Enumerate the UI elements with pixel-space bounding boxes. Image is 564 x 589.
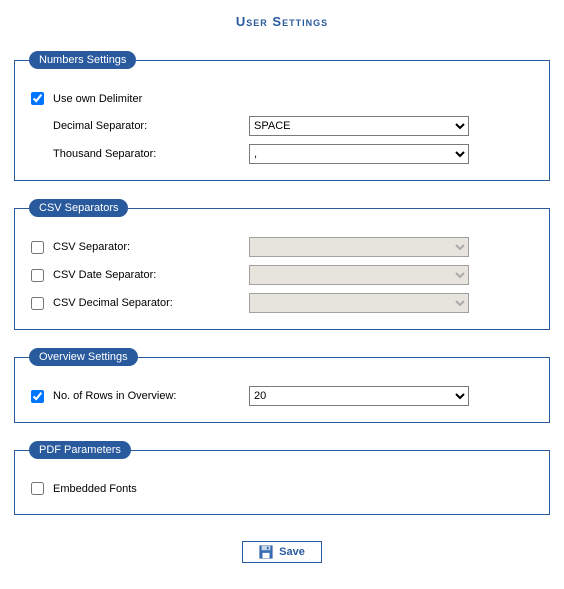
overview-rows-row: No. of Rows in Overview: 20: [25, 382, 539, 410]
decimal-separator-select[interactable]: SPACE: [249, 116, 469, 136]
decimal-separator-row: Decimal Separator: SPACE: [25, 112, 539, 140]
save-button[interactable]: Save: [242, 541, 322, 563]
csv-date-separator-row: CSV Date Separator:: [25, 261, 539, 289]
csv-date-separator-label: CSV Date Separator:: [53, 269, 249, 281]
embedded-fonts-row: Embedded Fonts: [25, 475, 539, 502]
overview-settings-legend: Overview Settings: [29, 348, 138, 366]
save-button-wrap: Save: [14, 533, 550, 577]
csv-decimal-separator-select[interactable]: [249, 293, 469, 313]
overview-rows-checkbox[interactable]: [31, 390, 44, 403]
csv-date-separator-select[interactable]: [249, 265, 469, 285]
numbers-settings-fieldset: Numbers Settings Use own Delimiter Decim…: [14, 51, 550, 181]
embedded-fonts-label: Embedded Fonts: [53, 483, 249, 495]
save-button-label: Save: [279, 546, 305, 558]
csv-separators-legend: CSV Separators: [29, 199, 128, 217]
csv-date-separator-checkbox[interactable]: [31, 269, 44, 282]
csv-decimal-separator-row: CSV Decimal Separator:: [25, 289, 539, 317]
overview-settings-fieldset: Overview Settings No. of Rows in Overvie…: [14, 348, 550, 423]
use-own-delimiter-checkbox[interactable]: [31, 92, 44, 105]
csv-decimal-separator-checkbox[interactable]: [31, 297, 44, 310]
use-own-delimiter-row: Use own Delimiter: [25, 85, 539, 112]
thousand-separator-select[interactable]: ,: [249, 144, 469, 164]
overview-rows-label: No. of Rows in Overview:: [53, 390, 249, 402]
settings-container: Numbers Settings Use own Delimiter Decim…: [0, 51, 564, 589]
pdf-parameters-fieldset: PDF Parameters Embedded Fonts: [14, 441, 550, 515]
decimal-separator-label: Decimal Separator:: [53, 120, 249, 132]
page-title: User Settings: [0, 0, 564, 51]
embedded-fonts-checkbox[interactable]: [31, 482, 44, 495]
csv-decimal-separator-label: CSV Decimal Separator:: [53, 297, 249, 309]
overview-rows-select[interactable]: 20: [249, 386, 469, 406]
numbers-settings-legend: Numbers Settings: [29, 51, 136, 69]
csv-separators-fieldset: CSV Separators CSV Separator: CSV Date S…: [14, 199, 550, 330]
csv-separator-select[interactable]: [249, 237, 469, 257]
csv-separator-checkbox[interactable]: [31, 241, 44, 254]
save-icon: [259, 545, 273, 559]
use-own-delimiter-label: Use own Delimiter: [53, 93, 249, 105]
csv-separator-row: CSV Separator:: [25, 233, 539, 261]
thousand-separator-label: Thousand Separator:: [53, 148, 249, 160]
csv-separator-label: CSV Separator:: [53, 241, 249, 253]
pdf-parameters-legend: PDF Parameters: [29, 441, 131, 459]
thousand-separator-row: Thousand Separator: ,: [25, 140, 539, 168]
